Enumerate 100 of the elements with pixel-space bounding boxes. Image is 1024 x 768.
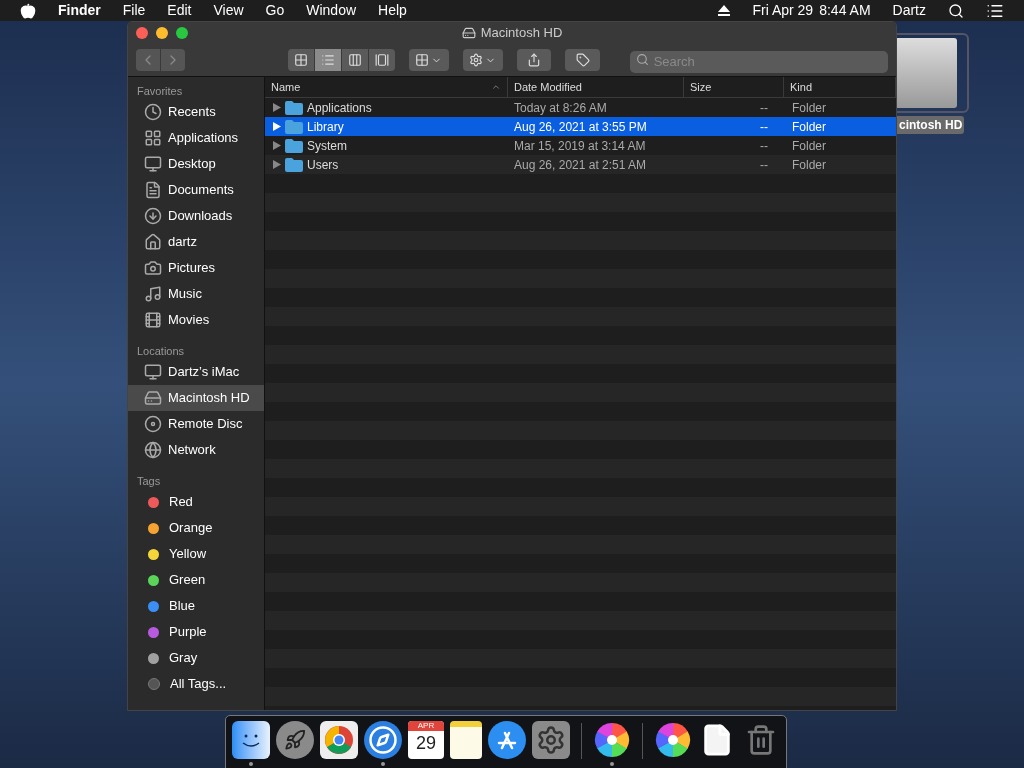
column-header[interactable]: Date Modified: [508, 77, 684, 97]
file-kind: Folder: [791, 156, 827, 174]
file-size: --: [760, 118, 768, 136]
file-row[interactable]: Users Aug 26, 2021 at 2:51 AM -- Folder: [265, 155, 896, 174]
column-header[interactable]: Size: [684, 77, 784, 97]
sidebar-item[interactable]: Documents: [128, 177, 264, 203]
column-header[interactable]: Name: [265, 77, 508, 97]
sidebar-item[interactable]: Orange: [128, 515, 264, 541]
menu-item[interactable]: Help: [378, 0, 407, 21]
sidebar-item[interactable]: Network: [128, 437, 264, 463]
menu-clock[interactable]: 8:44 AM: [819, 0, 871, 21]
view-mode-button[interactable]: [341, 49, 368, 71]
network-icon: [144, 441, 162, 459]
compass-icon[interactable]: [364, 721, 402, 759]
sidebar-item[interactable]: Downloads: [128, 203, 264, 229]
file-name: Library: [307, 118, 344, 136]
app-menu[interactable]: Finder: [58, 0, 101, 21]
menu-user[interactable]: Dartz: [892, 0, 926, 21]
sidebar-item[interactable]: Dartz’s iMac: [128, 359, 264, 385]
sidebar-item[interactable]: Movies: [128, 307, 264, 333]
desktop-icon-label: cintosh HD: [897, 116, 965, 134]
share-button[interactable]: [516, 49, 552, 71]
gear-icon[interactable]: [532, 721, 570, 759]
pinwheel-icon[interactable]: [593, 721, 631, 759]
menu-item[interactable]: Window: [306, 0, 357, 21]
apps-icon: [144, 129, 162, 147]
sidebar-item[interactable]: Gray: [128, 645, 264, 671]
browser-icon[interactable]: [320, 721, 358, 759]
menu-item[interactable]: Go: [265, 0, 285, 21]
computer-icon: [144, 363, 162, 381]
file-row[interactable]: System Mar 15, 2019 at 3:14 AM -- Folder: [265, 136, 896, 155]
columns-view-icon: [347, 53, 362, 67]
file-row[interactable]: Applications Today at 8:26 AM -- Folder: [265, 98, 896, 117]
sidebar-item[interactable]: All Tags...: [128, 671, 264, 697]
calendar-icon[interactable]: APR 29: [408, 721, 444, 759]
icons-view-icon: [293, 53, 308, 67]
action-button[interactable]: [462, 49, 503, 71]
finder-face-icon[interactable]: [232, 721, 270, 759]
pinwheel-icon[interactable]: [654, 721, 692, 759]
menu-date[interactable]: Fri Apr 29: [752, 0, 814, 21]
file-size: --: [760, 156, 768, 174]
gear-icon: [469, 53, 484, 67]
folder-icon: [285, 100, 303, 115]
sidebar-item[interactable]: Applications: [128, 125, 264, 151]
view-mode-button[interactable]: [287, 49, 314, 71]
home-icon: [144, 233, 162, 251]
folder-icon: [285, 157, 303, 172]
rocket-icon[interactable]: [276, 721, 314, 759]
pictures-icon: [144, 259, 162, 277]
disclosure-triangle-icon[interactable]: [273, 103, 281, 112]
hard-drive-drawing[interactable]: [897, 33, 969, 113]
downloads-icon: [144, 207, 162, 225]
sidebar-item[interactable]: Yellow: [128, 541, 264, 567]
window-title: Macintosh HD: [480, 24, 563, 43]
file-size: --: [760, 99, 768, 117]
menu-item[interactable]: File: [122, 0, 146, 21]
disclosure-triangle-icon[interactable]: [273, 141, 281, 150]
share-icon: [526, 53, 541, 67]
app-store-icon[interactable]: [488, 721, 526, 759]
sidebar-item[interactable]: Red: [128, 489, 264, 515]
close-button[interactable]: [136, 27, 148, 39]
sidebar-item[interactable]: Purple: [128, 619, 264, 645]
sidebar-item[interactable]: Pictures: [128, 255, 264, 281]
file-kind: Folder: [791, 99, 827, 117]
file-kind: Folder: [791, 118, 827, 136]
disclosure-triangle-icon[interactable]: [273, 122, 281, 131]
view-mode-button[interactable]: [368, 49, 395, 71]
desktop-icon: [144, 155, 162, 173]
search-icon: [635, 53, 649, 66]
sidebar-heading: Favorites: [136, 84, 184, 99]
date-modified: Aug 26, 2021 at 3:55 PM: [513, 118, 648, 136]
file-name: Applications: [307, 99, 372, 117]
sidebar-item[interactable]: dartz: [128, 229, 264, 255]
menu-item[interactable]: View: [213, 0, 244, 21]
eject-icon[interactable]: [718, 5, 731, 16]
group-button[interactable]: [408, 49, 449, 71]
file-kind: Folder: [791, 137, 827, 155]
list-view-icon: [320, 53, 335, 67]
date-modified: Mar 15, 2019 at 3:14 AM: [513, 137, 647, 155]
search-icon[interactable]: [948, 2, 964, 19]
tag-icon: [575, 53, 590, 67]
file-row[interactable]: Library Aug 26, 2021 at 3:55 PM -- Folder: [265, 117, 896, 136]
music-icon: [144, 285, 162, 303]
menu-item[interactable]: Edit: [167, 0, 192, 21]
zoom-button[interactable]: [176, 27, 188, 39]
sidebar-item[interactable]: Desktop: [128, 151, 264, 177]
tag-button[interactable]: [565, 49, 600, 71]
sidebar-item[interactable]: Green: [128, 567, 264, 593]
disclosure-triangle-icon[interactable]: [273, 160, 281, 169]
running-indicator: [249, 762, 253, 766]
sidebar-item[interactable]: Remote Disc: [128, 411, 264, 437]
sidebar-heading: Locations: [136, 344, 186, 359]
minimize-button[interactable]: [156, 27, 168, 39]
sidebar-item[interactable]: Recents: [128, 99, 264, 125]
sidebar-item[interactable]: Music: [128, 281, 264, 307]
sidebar-item[interactable]: Macintosh HD: [128, 385, 264, 411]
sidebar-item[interactable]: Blue: [128, 593, 264, 619]
apple-icon[interactable]: [20, 2, 36, 19]
view-mode-button[interactable]: [314, 49, 341, 71]
column-header[interactable]: Kind: [784, 77, 896, 97]
